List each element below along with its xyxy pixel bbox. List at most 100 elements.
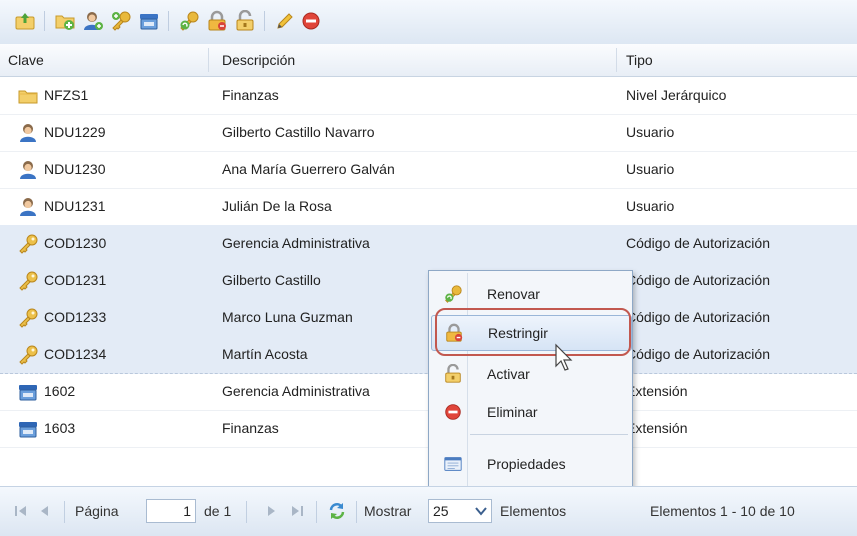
delete-icon — [445, 404, 461, 420]
unlock-icon — [236, 10, 254, 31]
menu-item-activar[interactable]: Activar — [431, 357, 630, 391]
add-key-icon — [112, 11, 131, 31]
menu-item-label: Eliminar — [487, 404, 538, 420]
phone-extension-icon — [19, 385, 37, 401]
restrict-button[interactable] — [206, 10, 228, 32]
key-icon — [19, 234, 38, 254]
table-row[interactable]: NDU1231 Julián De la Rosa Usuario — [0, 188, 857, 226]
cell-clave: 1602 — [44, 383, 76, 399]
cell-tipo: Código de Autorización — [626, 309, 770, 325]
pager-separator — [316, 501, 317, 523]
pagination-bar: Página 1 de 1 Mostrar 25 Elementos Eleme… — [0, 486, 857, 536]
renew-key-icon — [180, 11, 199, 31]
column-header-descripcion[interactable]: Descripción — [222, 44, 295, 76]
table-row[interactable]: COD1230 Gerencia Administrativa Código de … — [0, 225, 857, 263]
cell-tipo: Extensión — [626, 383, 688, 399]
edit-pencil-icon — [277, 13, 293, 29]
pager-separator — [246, 501, 247, 523]
cell-clave: NFZS1 — [44, 87, 89, 103]
lock-icon — [208, 10, 226, 31]
key-icon — [19, 308, 38, 328]
cell-descripcion: Finanzas — [222, 420, 279, 436]
menu-item-renovar[interactable]: Renovar — [431, 277, 630, 311]
toolbar-separator — [168, 11, 169, 31]
cell-tipo: Código de Autorización — [626, 235, 770, 251]
table-row[interactable]: NDU1229 Gilberto Castillo Navarro Usuario — [0, 114, 857, 152]
cell-descripcion: Gilberto Castillo Navarro — [222, 124, 375, 140]
edit-button[interactable] — [274, 10, 296, 32]
table-row[interactable]: NDU1230 Ana María Guerrero Galván Usuario — [0, 151, 857, 189]
unlock-icon — [445, 364, 461, 383]
user-icon — [20, 161, 36, 179]
show-label: Mostrar — [364, 503, 412, 519]
toolbar-separator — [44, 11, 45, 31]
toolbar — [0, 0, 857, 45]
cell-clave: NDU1229 — [44, 124, 106, 140]
menu-item-propiedades[interactable]: Propiedades — [431, 447, 630, 481]
highlight-ring — [435, 308, 631, 356]
cell-descripcion: Gerencia Administrativa — [222, 383, 370, 399]
cell-tipo: Nivel Jerárquico — [626, 87, 727, 103]
cell-descripcion: Gilberto Castillo — [222, 272, 321, 288]
menu-item-label: Renovar — [487, 286, 540, 302]
add-extension-button[interactable] — [138, 10, 160, 32]
page-number-input[interactable]: 1 — [146, 499, 196, 523]
cell-tipo: Usuario — [626, 161, 675, 177]
cell-tipo: Usuario — [626, 198, 675, 214]
previous-page-icon[interactable] — [36, 502, 54, 520]
renew-key-icon — [445, 285, 462, 303]
refresh-icon[interactable] — [326, 500, 348, 522]
phone-extension-icon — [19, 422, 37, 438]
page-size-select[interactable]: 25 — [428, 499, 492, 523]
column-divider — [208, 48, 209, 72]
cell-descripcion: Martín Acosta — [222, 346, 308, 362]
table-row[interactable]: NFZS1 Finanzas Nivel Jerárquico — [0, 77, 857, 115]
add-user-button[interactable] — [82, 10, 104, 32]
activate-button[interactable] — [234, 10, 256, 32]
page-size-value: 25 — [433, 503, 449, 519]
cell-tipo: Extensión — [626, 420, 688, 436]
add-extension-icon — [140, 14, 158, 30]
properties-icon — [444, 457, 462, 471]
grid-header: Clave Descripción Tipo — [0, 44, 857, 77]
add-folder-button[interactable] — [54, 10, 76, 32]
cell-tipo: Usuario — [626, 124, 675, 140]
renew-button[interactable] — [178, 10, 200, 32]
cell-clave: 1603 — [44, 420, 76, 436]
cell-clave: NDU1230 — [44, 161, 106, 177]
column-header-tipo[interactable]: Tipo — [626, 44, 653, 76]
column-divider — [616, 48, 617, 72]
user-icon — [20, 124, 36, 142]
delete-icon — [302, 12, 320, 30]
chevron-down-icon — [475, 507, 487, 516]
add-user-icon — [84, 12, 103, 30]
menu-separator — [470, 434, 628, 435]
cell-descripcion: Julián De la Rosa — [222, 198, 332, 214]
cell-clave: COD1234 — [44, 346, 107, 362]
add-folder-icon — [55, 15, 75, 30]
key-icon — [19, 345, 38, 365]
upload-folder-button[interactable] — [14, 10, 36, 32]
column-header-clave[interactable]: Clave — [8, 44, 44, 76]
mouse-cursor-icon — [555, 343, 573, 371]
upload-folder-icon — [15, 13, 35, 30]
cell-tipo: Código de Autorización — [626, 346, 770, 362]
elements-summary: Elementos 1 - 10 de 10 — [650, 503, 795, 519]
next-page-icon[interactable] — [262, 502, 280, 520]
page-count-label: de 1 — [204, 503, 232, 519]
user-icon — [20, 198, 36, 216]
delete-button[interactable] — [300, 10, 322, 32]
cell-clave: NDU1231 — [44, 198, 106, 214]
menu-item-label: Activar — [487, 366, 530, 382]
last-page-icon[interactable] — [288, 502, 306, 520]
toolbar-separator — [264, 11, 265, 31]
cell-descripcion: Ana María Guerrero Galván — [222, 161, 395, 177]
cell-descripcion: Marco Luna Guzman — [222, 309, 353, 325]
cell-descripcion: Finanzas — [222, 87, 279, 103]
pager-separator — [64, 501, 65, 523]
menu-item-eliminar[interactable]: Eliminar — [431, 395, 630, 429]
folder-icon — [18, 90, 38, 104]
add-key-button[interactable] — [110, 10, 132, 32]
first-page-icon[interactable] — [12, 502, 30, 520]
elements-label: Elementos — [500, 503, 567, 519]
